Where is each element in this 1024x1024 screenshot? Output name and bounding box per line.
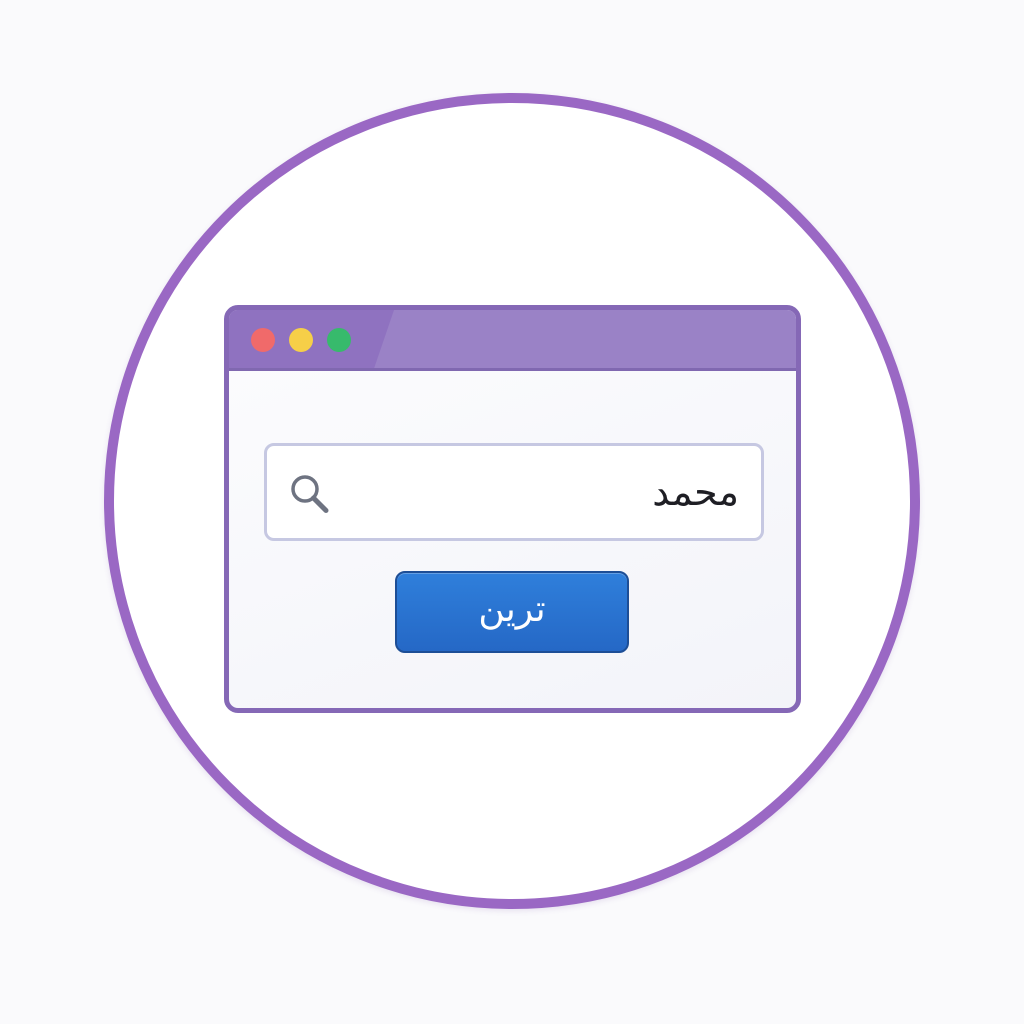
window-titlebar[interactable] — [229, 310, 796, 371]
stage: ترين — [0, 0, 1024, 1024]
search-icon[interactable] — [286, 471, 332, 517]
search-box[interactable] — [264, 443, 764, 541]
maximize-dot-icon[interactable] — [327, 328, 351, 352]
app-window: ترين — [224, 305, 801, 713]
search-input[interactable] — [347, 446, 739, 538]
close-dot-icon[interactable] — [251, 328, 275, 352]
minimize-dot-icon[interactable] — [289, 328, 313, 352]
submit-button[interactable]: ترين — [395, 571, 629, 653]
